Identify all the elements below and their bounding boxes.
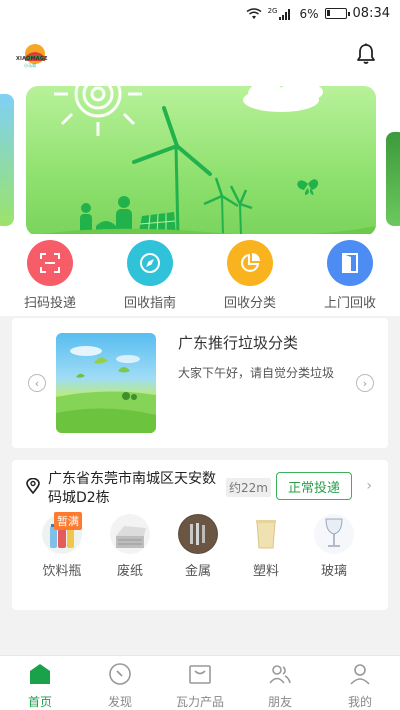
item-paper-label: 废纸 <box>116 564 143 579</box>
quick-nav-scan[interactable]: 扫码投递 <box>10 240 90 311</box>
profile-icon <box>350 664 370 685</box>
item-glass[interactable]: 玻璃 <box>304 514 364 579</box>
banner-next-preview[interactable] <box>386 132 400 226</box>
product-icon <box>189 665 211 684</box>
item-plastic-label: 塑料 <box>252 564 279 579</box>
quick-nav-door-label: 上门回收 <box>323 296 376 311</box>
tab-home[interactable]: 首页 <box>0 662 80 710</box>
metal-icon <box>178 514 218 554</box>
meadow-illustration <box>56 346 156 433</box>
promo-next-button[interactable]: › <box>356 374 374 392</box>
full-tag: 暂满 <box>54 512 82 530</box>
wifi-icon <box>246 7 262 19</box>
eco-illustration <box>40 86 376 234</box>
tab-product-label: 瓦力产品 <box>175 695 224 709</box>
door-icon <box>342 253 358 273</box>
normal-delivery-button[interactable]: 正常投递 <box>276 472 352 500</box>
chevron-right-icon[interactable]: › <box>366 478 372 494</box>
app-header: XIAOMAGE 小马哥 <box>0 28 400 82</box>
tab-product[interactable]: 瓦力产品 <box>160 662 240 710</box>
promo-description: 大家下午好，请自觉分类垃圾 <box>178 366 335 380</box>
tab-friends[interactable]: 朋友 <box>240 662 320 710</box>
quick-nav-category-label: 回收分类 <box>223 296 276 311</box>
status-time: 08:34 <box>352 6 390 21</box>
tab-discover[interactable]: 发现 <box>80 662 160 710</box>
promo-title: 广东推行垃圾分类 <box>178 334 299 352</box>
quick-nav-category-circle <box>227 240 273 286</box>
quick-nav-scan-circle <box>27 240 73 286</box>
tab-home-label: 首页 <box>27 695 52 709</box>
item-glass-label: 玻璃 <box>320 564 347 579</box>
promo-prev-button[interactable]: ‹ <box>28 374 46 392</box>
bell-icon[interactable] <box>354 42 378 66</box>
tab-profile[interactable]: 我的 <box>320 662 400 710</box>
pie-chart-icon <box>241 253 260 272</box>
location-pin-icon <box>26 478 40 494</box>
scan-icon <box>40 253 60 273</box>
banner-prev-preview[interactable] <box>0 94 14 226</box>
quick-nav-category[interactable]: 回收分类 <box>210 240 290 311</box>
item-plastic[interactable]: 塑料 <box>236 514 296 579</box>
quick-nav-door-circle <box>327 240 373 286</box>
item-metal-label: 金属 <box>184 564 211 579</box>
promo-card[interactable]: ‹ 广东推行垃圾分类 大家下午好，请自觉分类垃圾 › <box>12 318 388 448</box>
home-icon <box>30 664 50 684</box>
tab-discover-label: 发现 <box>107 695 132 709</box>
glass-icon <box>314 514 354 554</box>
banner-carousel[interactable] <box>0 82 400 234</box>
friends-icon <box>269 665 291 684</box>
quick-nav-guide-label: 回收指南 <box>123 296 176 311</box>
quick-nav: 扫码投递 回收指南 回收分类 上门回收 <box>0 234 400 316</box>
compass-icon <box>140 253 160 273</box>
item-paper[interactable]: 废纸 <box>100 514 160 579</box>
promo-image <box>56 333 156 433</box>
tab-friends-label: 朋友 <box>267 695 292 709</box>
battery-percent: 6% <box>299 6 319 21</box>
quick-nav-scan-label: 扫码投递 <box>23 296 76 311</box>
tab-profile-label: 我的 <box>347 695 372 709</box>
network-type: 2G <box>267 6 278 15</box>
distance-badge: 约22m <box>226 478 271 497</box>
item-bottle[interactable]: 暂满 饮料瓶 <box>32 512 92 579</box>
location-address: 广东省东莞市南城区天安数码城D2栋 <box>48 471 216 506</box>
signal-icon <box>279 8 293 20</box>
status-bar: 2G 6% 08:34 <box>0 0 400 28</box>
quick-nav-door[interactable]: 上门回收 <box>310 240 390 311</box>
discover-icon <box>109 663 131 685</box>
logo-text: XIAOMAGE <box>16 56 48 62</box>
quick-nav-guide[interactable]: 回收指南 <box>110 240 190 311</box>
item-bottle-label: 饮料瓶 <box>42 564 82 579</box>
plastic-icon <box>246 514 286 554</box>
quick-nav-guide-circle <box>127 240 173 286</box>
banner-image[interactable] <box>26 86 376 234</box>
item-metal[interactable]: 金属 <box>168 514 228 579</box>
location-card: 广东省东莞市南城区天安数码城D2栋 约22m 正常投递 › 暂满 饮料瓶 废纸 … <box>12 460 388 610</box>
bottom-tab-bar: 首页 发现 瓦力产品 朋友 我的 <box>0 655 400 710</box>
paper-icon <box>110 514 150 554</box>
logo-subtext: 小马哥 <box>24 63 36 68</box>
battery-icon <box>324 8 350 19</box>
